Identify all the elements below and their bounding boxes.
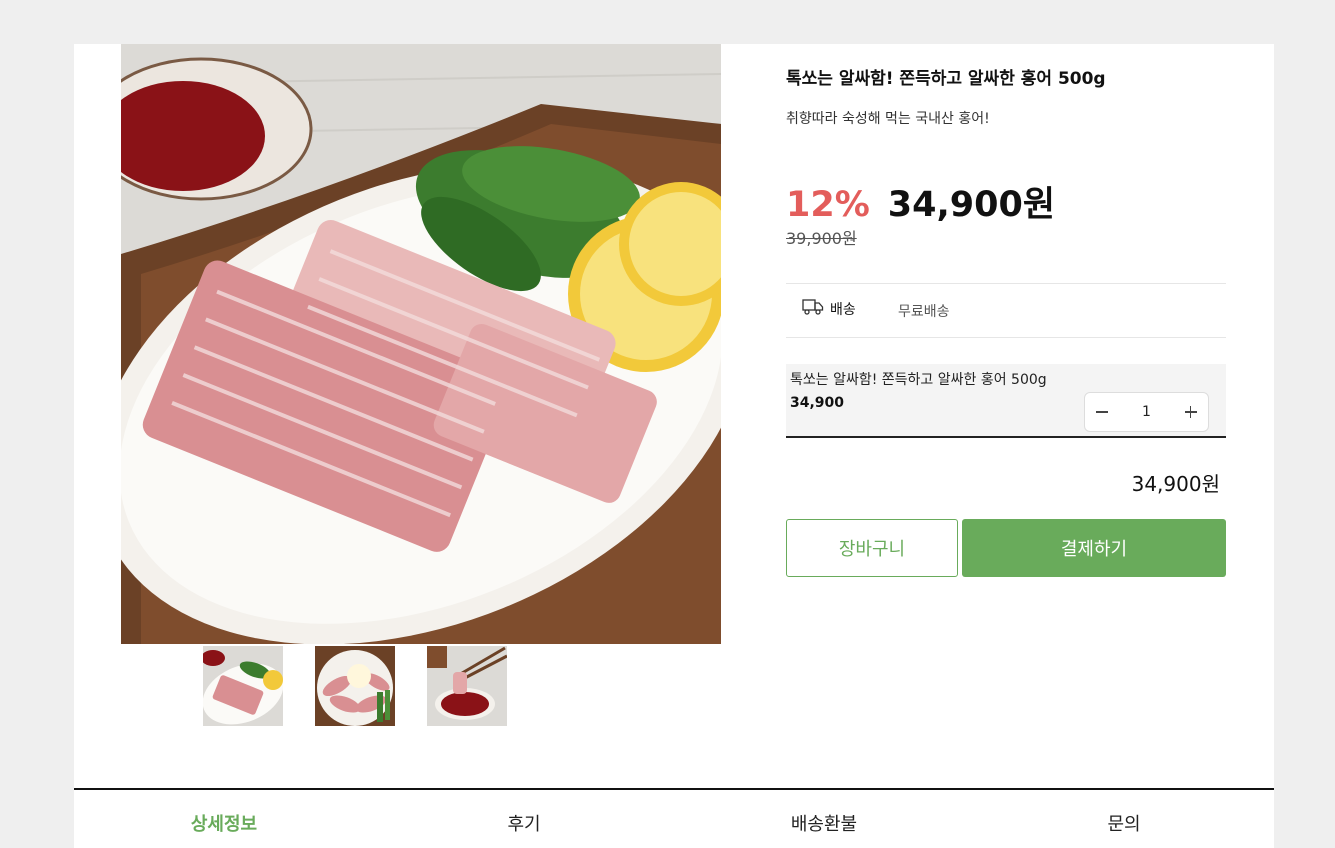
plus-icon[interactable]	[1180, 401, 1202, 423]
divider	[786, 283, 1226, 284]
product-card: 톡쏘는 알싸함! 쫀득하고 알싸한 홍어 500g 취향따라 숙성해 먹는 국내…	[74, 44, 1274, 848]
thumbnail-3[interactable]	[427, 646, 507, 726]
add-to-cart-button[interactable]: 장바구니	[786, 519, 958, 577]
tab-inquiry[interactable]: 문의	[974, 790, 1274, 848]
thumbnail-1[interactable]	[203, 646, 283, 726]
detail-tabs: 상세정보 후기 배송환불 문의	[74, 788, 1274, 848]
main-product-image[interactable]	[121, 44, 721, 644]
discount-rate: 12%	[786, 185, 870, 225]
checkout-button[interactable]: 결제하기	[962, 519, 1226, 577]
tab-details[interactable]: 상세정보	[74, 790, 374, 848]
divider	[786, 337, 1226, 338]
quantity-stepper: 1	[1084, 392, 1209, 432]
product-title: 톡쏘는 알싸함! 쫀득하고 알싸한 홍어 500g	[786, 69, 1106, 89]
tab-shipping-refund[interactable]: 배송환불	[674, 790, 974, 848]
minus-icon[interactable]	[1091, 401, 1113, 423]
quantity-value[interactable]: 1	[1142, 404, 1151, 420]
original-price: 39,900원	[786, 229, 857, 248]
shipping-label-group: 배송	[802, 298, 856, 320]
product-subtitle: 취향따라 숙성해 먹는 국내산 홍어!	[786, 111, 990, 127]
tab-reviews[interactable]: 후기	[374, 790, 674, 848]
thumbnail-list	[203, 646, 507, 726]
option-name: 톡쏘는 알싸함! 쫀득하고 알싸한 홍어 500g	[790, 372, 1047, 388]
option-price: 34,900	[790, 395, 845, 411]
sale-price: 34,900원	[887, 185, 1056, 225]
total-price: 34,900원	[1131, 472, 1220, 496]
shipping-label: 배송	[830, 302, 856, 318]
price-row: 12% 34,900원	[786, 176, 1055, 227]
selected-option: 톡쏘는 알싸함! 쫀득하고 알싸한 홍어 500g 34,900 1	[786, 364, 1226, 438]
truck-icon	[802, 298, 824, 320]
shipping-value: 무료배송	[898, 304, 950, 320]
thumbnail-2[interactable]	[315, 646, 395, 726]
